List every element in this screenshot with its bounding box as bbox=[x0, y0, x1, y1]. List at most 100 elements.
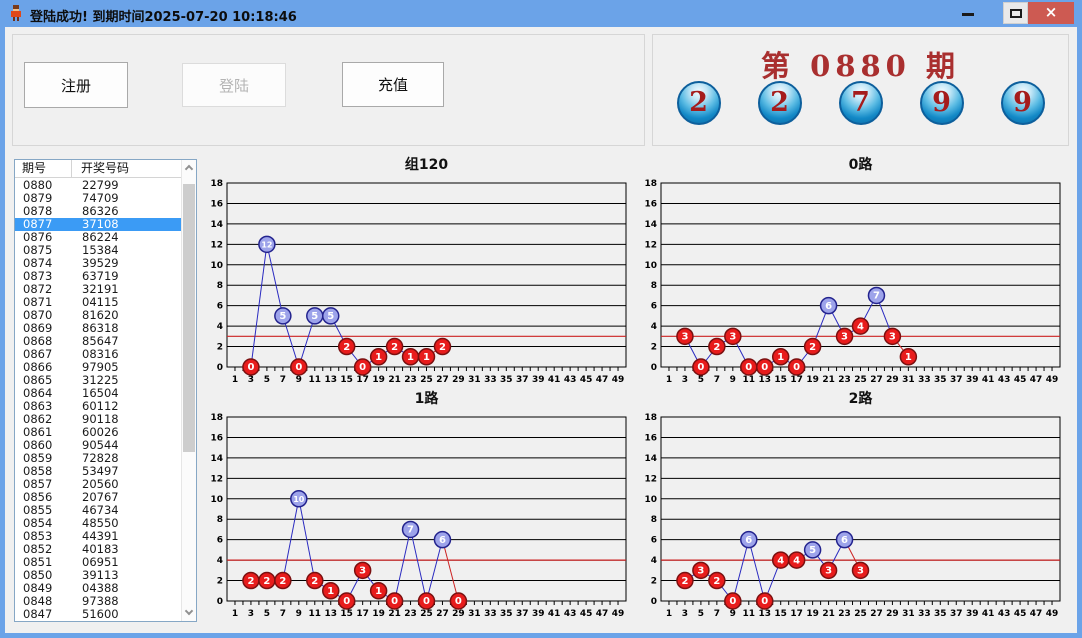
svg-text:8: 8 bbox=[217, 281, 223, 291]
svg-text:15: 15 bbox=[774, 375, 787, 385]
svg-text:33: 33 bbox=[918, 375, 931, 385]
svg-text:1: 1 bbox=[666, 609, 672, 619]
svg-text:47: 47 bbox=[596, 609, 609, 619]
svg-text:9: 9 bbox=[296, 375, 302, 385]
current-draw-panel: 第 0880 期 2 2 7 9 9 bbox=[652, 34, 1069, 146]
svg-text:4: 4 bbox=[777, 555, 784, 566]
svg-text:12: 12 bbox=[644, 474, 657, 484]
lottery-ball: 7 bbox=[839, 81, 883, 125]
svg-text:43: 43 bbox=[998, 609, 1011, 619]
svg-text:3: 3 bbox=[697, 566, 704, 577]
minimize-button[interactable] bbox=[954, 0, 982, 24]
svg-text:45: 45 bbox=[1014, 375, 1027, 385]
svg-text:49: 49 bbox=[1046, 375, 1059, 385]
lottery-ball: 2 bbox=[758, 81, 802, 125]
svg-text:4: 4 bbox=[217, 556, 223, 566]
chart-title: 组120 bbox=[227, 155, 626, 175]
svg-text:11: 11 bbox=[743, 375, 756, 385]
svg-text:15: 15 bbox=[774, 609, 787, 619]
svg-text:9: 9 bbox=[730, 375, 736, 385]
svg-text:19: 19 bbox=[372, 609, 385, 619]
svg-text:3: 3 bbox=[248, 375, 254, 385]
svg-text:23: 23 bbox=[838, 375, 851, 385]
svg-text:3: 3 bbox=[359, 566, 366, 577]
svg-text:5: 5 bbox=[279, 311, 286, 322]
svg-text:0: 0 bbox=[745, 362, 752, 373]
svg-text:25: 25 bbox=[420, 375, 433, 385]
svg-text:3: 3 bbox=[729, 332, 736, 343]
svg-text:3: 3 bbox=[825, 566, 832, 577]
svg-text:7: 7 bbox=[280, 609, 286, 619]
svg-text:25: 25 bbox=[420, 609, 433, 619]
maximize-button[interactable] bbox=[1003, 2, 1028, 24]
svg-text:33: 33 bbox=[484, 609, 497, 619]
svg-text:23: 23 bbox=[404, 375, 417, 385]
svg-text:33: 33 bbox=[484, 375, 497, 385]
svg-text:35: 35 bbox=[500, 609, 513, 619]
svg-text:19: 19 bbox=[372, 375, 385, 385]
svg-text:6: 6 bbox=[217, 302, 223, 312]
close-button[interactable]: × bbox=[1028, 2, 1074, 24]
login-button[interactable]: 登陆 bbox=[182, 63, 286, 107]
svg-text:3: 3 bbox=[889, 332, 896, 343]
numbers-cell: 51600 bbox=[72, 608, 181, 621]
svg-text:33: 33 bbox=[918, 609, 931, 619]
scroll-down-icon[interactable] bbox=[182, 605, 196, 621]
svg-text:15: 15 bbox=[340, 375, 353, 385]
svg-text:39: 39 bbox=[966, 609, 979, 619]
titlebar[interactable]: 登陆成功! 到期时间2025-07-20 10:18:46 × bbox=[0, 0, 1082, 27]
svg-text:0: 0 bbox=[391, 596, 398, 607]
svg-text:37: 37 bbox=[516, 609, 529, 619]
svg-text:0: 0 bbox=[423, 596, 430, 607]
svg-text:17: 17 bbox=[356, 609, 369, 619]
svg-text:5: 5 bbox=[698, 609, 704, 619]
svg-text:39: 39 bbox=[532, 375, 545, 385]
svg-text:27: 27 bbox=[870, 609, 883, 619]
svg-text:14: 14 bbox=[644, 454, 657, 464]
svg-text:0: 0 bbox=[455, 596, 462, 607]
svg-text:13: 13 bbox=[324, 609, 337, 619]
list-item[interactable]: 084751600 bbox=[15, 608, 181, 621]
svg-text:2: 2 bbox=[809, 342, 816, 353]
svg-text:16: 16 bbox=[644, 433, 657, 443]
recharge-button[interactable]: 充值 bbox=[342, 62, 444, 107]
svg-text:16: 16 bbox=[644, 199, 657, 209]
svg-text:16: 16 bbox=[210, 433, 223, 443]
svg-text:19: 19 bbox=[806, 609, 819, 619]
svg-text:0: 0 bbox=[793, 362, 800, 373]
svg-text:16: 16 bbox=[210, 199, 223, 209]
svg-text:14: 14 bbox=[210, 454, 223, 464]
svg-text:0: 0 bbox=[651, 363, 657, 373]
svg-text:13: 13 bbox=[758, 375, 771, 385]
issue-cell: 0847 bbox=[15, 608, 72, 621]
scroll-up-icon[interactable] bbox=[182, 160, 196, 176]
history-list[interactable]: 期号 开奖号码 08802279908797470908788632608773… bbox=[14, 159, 197, 622]
svg-text:2: 2 bbox=[279, 576, 286, 587]
svg-text:27: 27 bbox=[436, 609, 449, 619]
svg-text:7: 7 bbox=[873, 291, 880, 302]
history-list-body: 0880227990879747090878863260877371080876… bbox=[15, 179, 181, 621]
svg-text:14: 14 bbox=[210, 220, 223, 230]
history-scrollbar[interactable] bbox=[181, 160, 196, 621]
svg-text:1: 1 bbox=[327, 586, 334, 597]
svg-text:0: 0 bbox=[247, 362, 254, 373]
svg-text:47: 47 bbox=[1030, 609, 1043, 619]
svg-text:17: 17 bbox=[790, 609, 803, 619]
svg-text:11: 11 bbox=[309, 609, 322, 619]
chart-plot: 0246810121416181357911131517192123252729… bbox=[202, 411, 638, 623]
chart-plot: 0246810121416181357911131517192123252729… bbox=[636, 177, 1072, 389]
chart-title: 0路 bbox=[661, 155, 1060, 175]
svg-text:23: 23 bbox=[404, 609, 417, 619]
lottery-ball: 9 bbox=[920, 81, 964, 125]
svg-text:14: 14 bbox=[644, 220, 657, 230]
svg-text:1: 1 bbox=[666, 375, 672, 385]
svg-text:39: 39 bbox=[966, 375, 979, 385]
register-button[interactable]: 注册 bbox=[24, 62, 128, 108]
svg-text:5: 5 bbox=[264, 375, 270, 385]
svg-text:5: 5 bbox=[809, 545, 816, 556]
scrollbar-thumb[interactable] bbox=[183, 184, 195, 452]
svg-text:47: 47 bbox=[596, 375, 609, 385]
chart-title: 2路 bbox=[661, 389, 1060, 409]
svg-text:35: 35 bbox=[934, 375, 947, 385]
svg-text:2: 2 bbox=[247, 576, 254, 587]
